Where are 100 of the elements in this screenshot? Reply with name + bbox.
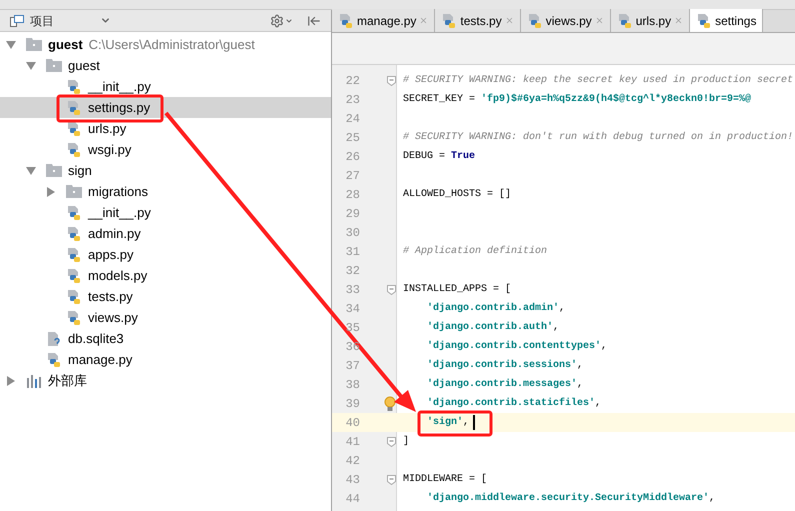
tree-item-label: urls.py: [88, 120, 126, 138]
tree-item-label: settings.py: [88, 98, 150, 117]
line-number: 30: [344, 224, 360, 242]
editor-tab[interactable]: manage.py: [332, 9, 436, 32]
tree-row[interactable]: apps.py: [0, 244, 331, 265]
tree-row[interactable]: __init__.py: [0, 76, 331, 97]
tree-row[interactable]: 外部库: [0, 370, 331, 391]
close-icon[interactable]: [504, 16, 514, 25]
editor-tab[interactable]: views.py: [520, 9, 611, 32]
code-line: 'django.contrib.admin',: [426, 302, 566, 316]
close-icon[interactable]: [674, 16, 684, 25]
close-icon[interactable]: [419, 16, 428, 25]
tree-item-label: manage.py: [68, 350, 132, 369]
folder-icon: [26, 38, 42, 51]
tree-item-label: migrations: [88, 182, 148, 201]
python-file-icon: [66, 246, 82, 262]
tree-row[interactable]: models.py: [0, 265, 331, 286]
editor-tab[interactable]: tests.py: [435, 9, 521, 32]
tree-row[interactable]: settings.py: [0, 97, 331, 118]
line-number: 40: [344, 414, 360, 432]
python-file-icon: [66, 268, 82, 284]
tree-row[interactable]: migrations: [0, 181, 331, 202]
tree-row[interactable]: sign: [0, 160, 331, 181]
fold-icon[interactable]: [387, 284, 396, 294]
close-icon[interactable]: [594, 16, 604, 25]
line-number: 34: [344, 300, 360, 318]
line-number: 27: [344, 168, 360, 184]
tree-row[interactable]: manage.py: [0, 349, 331, 370]
unknown-file-icon: [46, 330, 62, 346]
project-view-icon: [10, 14, 24, 26]
tree-row[interactable]: wsgi.py: [0, 139, 331, 160]
line-number: 23: [344, 92, 360, 108]
collapsed-arrow-icon[interactable]: [6, 376, 16, 386]
line-number: 22: [344, 72, 360, 90]
line-number: 37: [344, 358, 360, 374]
line-number: 39: [344, 396, 360, 412]
code-line: # SECURITY WARNING: keep the secret key used in production secret: [402, 74, 794, 88]
python-file-icon: [66, 142, 82, 158]
tree-row[interactable]: db.sqlite3: [0, 328, 331, 349]
python-file-icon: [66, 204, 82, 220]
hide-panel-icon[interactable]: [307, 14, 321, 28]
code-line: 'django.contrib.staticfiles',: [426, 396, 602, 411]
folder-icon: [46, 59, 62, 72]
lightbulb-icon[interactable]: [384, 396, 396, 412]
expanded-arrow-icon[interactable]: [26, 60, 36, 70]
line-number: 31: [344, 244, 360, 260]
code-line: MIDDLEWARE = [: [402, 472, 488, 487]
line-number: 44: [344, 490, 360, 508]
line-number: 26: [344, 148, 360, 166]
collapsed-arrow-icon[interactable]: [46, 186, 56, 196]
tree-row[interactable]: __init__.py: [0, 202, 331, 223]
editor-tab[interactable]: settings: [690, 9, 764, 32]
tree-item-label: apps.py: [88, 246, 134, 264]
expanded-arrow-icon[interactable]: [6, 40, 16, 50]
folder-icon: [66, 185, 82, 198]
tree-item-label: db.sqlite3: [68, 330, 124, 348]
python-file-icon: [696, 12, 712, 28]
line-number: 28: [344, 186, 360, 204]
tree-item-label: tests.py: [88, 288, 133, 306]
code-line: 'django.middleware.security.SecurityMiddleware',: [426, 492, 716, 506]
python-file-icon: [66, 226, 82, 242]
line-number: 25: [344, 130, 360, 146]
code-line: # SECURITY WARNING: don't run with debug turned on in production!: [402, 130, 794, 145]
tree-row[interactable]: tests.py: [0, 286, 331, 307]
tree-item-label: admin.py: [88, 224, 141, 243]
line-number: 41: [344, 434, 360, 450]
tree-item-label: __init__.py: [88, 78, 151, 96]
python-file-icon: [66, 288, 82, 304]
fold-icon[interactable]: [387, 474, 396, 484]
fold-icon[interactable]: [387, 76, 396, 86]
line-number: 38: [344, 376, 360, 394]
fold-icon[interactable]: [387, 436, 396, 446]
editor-tab[interactable]: urls.py: [610, 9, 690, 32]
code-line: 'django.contrib.messages',: [426, 378, 584, 392]
python-file-icon: [46, 352, 62, 368]
tree-row[interactable]: admin.py: [0, 223, 331, 244]
panel-title: 项目: [30, 12, 54, 30]
line-number: 42: [344, 452, 360, 470]
line-number: 33: [344, 282, 360, 298]
python-file-icon: [66, 120, 82, 136]
code-line: 'sign',: [426, 416, 470, 430]
tree-item-label: sign: [68, 162, 92, 180]
python-file-icon: [66, 310, 82, 326]
tree-row[interactable]: guest C:\Users\Administrator\guest: [0, 34, 331, 55]
tree-row[interactable]: urls.py: [0, 118, 331, 139]
line-number: 29: [344, 206, 360, 222]
settings-icon[interactable]: [270, 14, 284, 28]
line-number: 43: [344, 472, 360, 488]
code-line: 'django.contrib.auth',: [426, 320, 560, 335]
python-file-icon: [338, 12, 354, 28]
line-number: 32: [344, 262, 360, 280]
tree-item-label: guest: [68, 56, 100, 75]
line-number: 35: [344, 320, 360, 336]
expanded-arrow-icon[interactable]: [26, 166, 36, 176]
tree-item-label: wsgi.py: [88, 140, 132, 159]
code-line: DEBUG = True: [402, 150, 476, 164]
tree-row[interactable]: guest: [0, 55, 331, 76]
project-path: C:\Users\Administrator\guest: [88, 36, 255, 54]
caret-icon[interactable]: [285, 16, 293, 24]
tree-row[interactable]: views.py: [0, 307, 331, 328]
